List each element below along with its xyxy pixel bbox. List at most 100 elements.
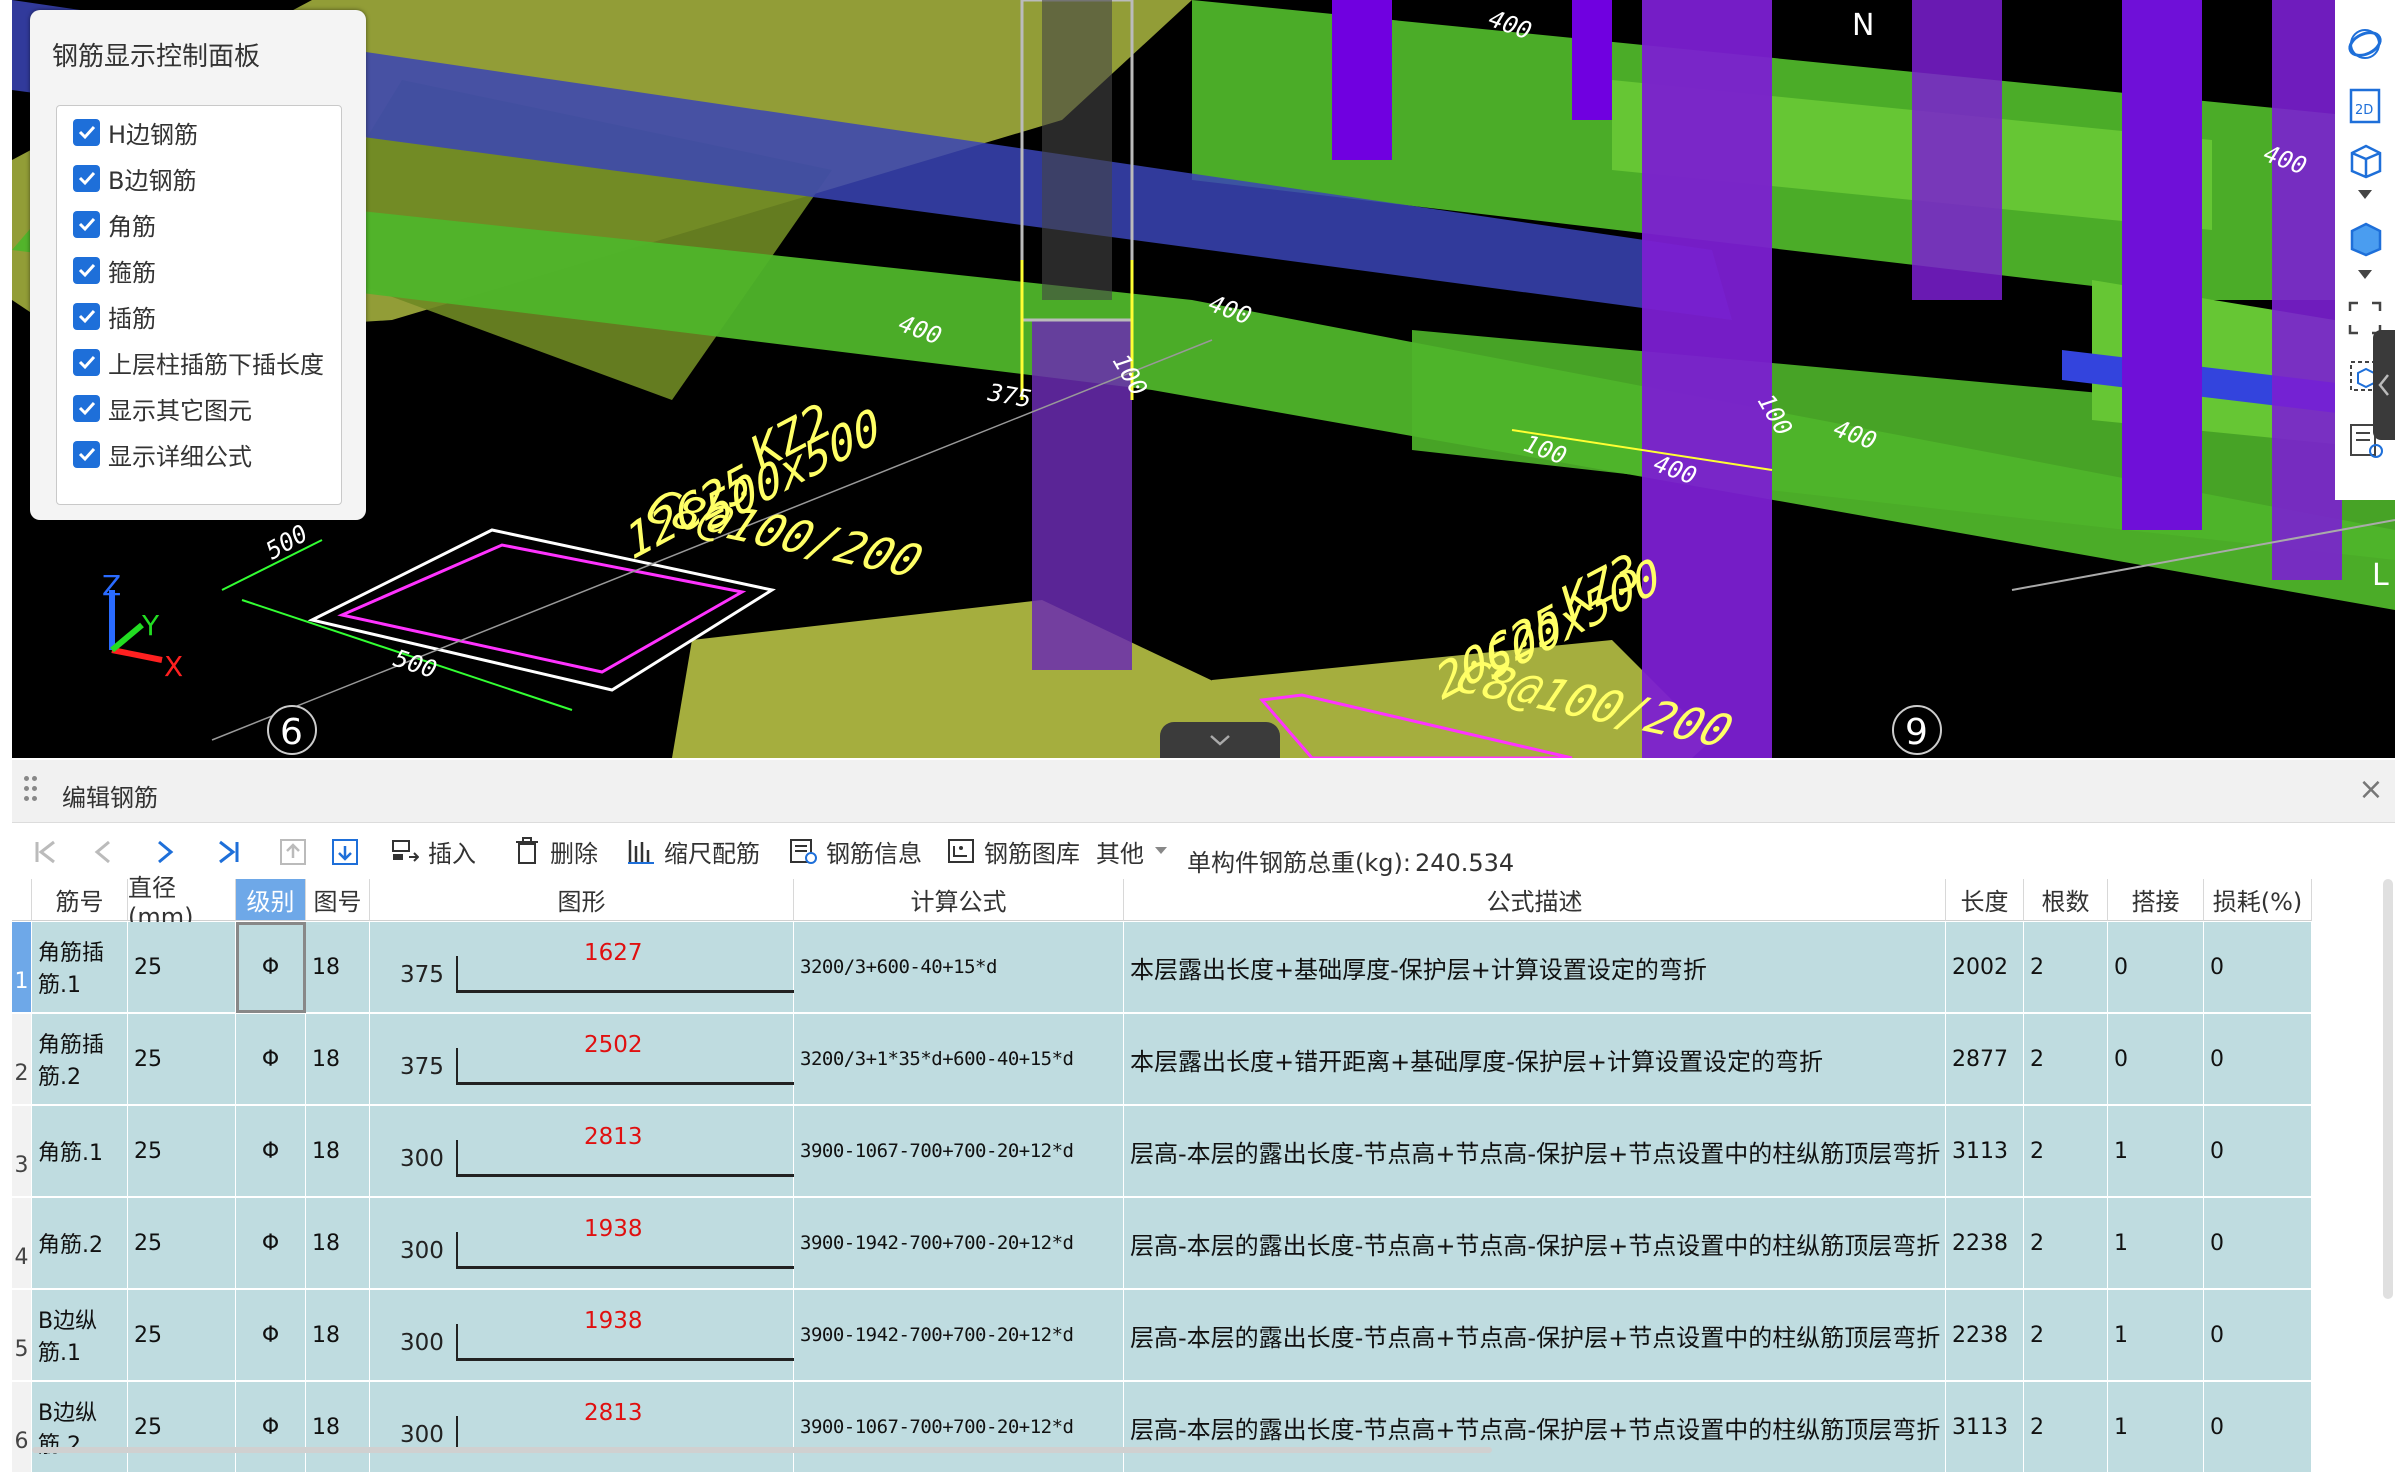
other-menu-button[interactable]: 其他 (1096, 833, 1168, 869)
column-header-lap[interactable]: 搭接 (2108, 879, 2204, 921)
cell-length[interactable]: 2238 (1946, 1290, 2024, 1381)
rebar-info-button[interactable]: 钢筋信息 (788, 833, 922, 869)
option-checkbox-4[interactable]: 箍筋 (73, 250, 156, 290)
close-button[interactable]: × (2355, 774, 2387, 806)
checkbox-checked-icon[interactable] (73, 394, 100, 422)
cell-desc[interactable]: 本层露出长度+错开距离+基础厚度-保护层+计算设置设定的弯折 (1124, 1014, 1946, 1105)
cell-count[interactable]: 2 (2024, 1382, 2108, 1473)
cell-shape[interactable]: 300 2813 (370, 1106, 794, 1197)
prev-row-button[interactable] (86, 835, 120, 869)
option-checkbox-5[interactable]: 插筋 (73, 296, 156, 336)
cell-desc[interactable]: 层高-本层的露出长度-节点高+节点高-保护层+节点设置中的柱纵筋顶层弯折 (1124, 1382, 1946, 1473)
cell-name[interactable]: 角筋.1 (32, 1106, 128, 1197)
cell-diameter[interactable]: 25 (128, 1198, 236, 1289)
cell-desc[interactable]: 层高-本层的露出长度-节点高+节点高-保护层+节点设置中的柱纵筋顶层弯折 (1124, 1290, 1946, 1381)
option-checkbox-1[interactable]: H边钢筋 (73, 112, 198, 152)
checkbox-checked-icon[interactable] (73, 164, 100, 192)
cell-formula[interactable]: 3200/3+1*35*d+600-40+15*d (794, 1014, 1124, 1105)
column-header-shape[interactable]: 图形 (370, 879, 794, 921)
cell-index[interactable]: 3 (12, 1106, 32, 1197)
column-header-fig[interactable]: 图号 (306, 879, 370, 921)
cell-count[interactable]: 2 (2024, 922, 2108, 1013)
cell-fig[interactable]: 18 (306, 1106, 370, 1197)
orbit-view-button[interactable] (2345, 24, 2385, 64)
cell-lap[interactable]: 1 (2108, 1106, 2204, 1197)
cell-shape[interactable]: 300 2813 (370, 1382, 794, 1473)
view-dropdown-2[interactable] (2345, 260, 2385, 290)
option-checkbox-6[interactable]: 上层柱插筋下插长度 (73, 342, 324, 382)
cell-formula[interactable]: 3900-1942-700+700-20+12*d (794, 1198, 1124, 1289)
cell-length[interactable]: 2238 (1946, 1198, 2024, 1289)
cell-fig[interactable]: 18 (306, 1382, 370, 1473)
scale-rebar-button[interactable]: 缩尺配筋 (626, 833, 760, 869)
cell-length[interactable]: 2002 (1946, 922, 2024, 1013)
cell-shape[interactable]: 375 1627 (370, 922, 794, 1013)
cell-count[interactable]: 2 (2024, 1106, 2108, 1197)
cell-diameter[interactable]: 25 (128, 922, 236, 1013)
cell-index[interactable]: 6 (12, 1382, 32, 1473)
column-header-count[interactable]: 根数 (2024, 879, 2108, 921)
cell-grade[interactable]: Φ (236, 1106, 306, 1197)
column-header-length[interactable]: 长度 (1946, 879, 2024, 921)
cell-formula[interactable]: 3200/3+600-40+15*d (794, 922, 1124, 1013)
cell-name[interactable]: 角筋插筋.2 (32, 1014, 128, 1105)
column-header-formula[interactable]: 计算公式 (794, 879, 1124, 921)
cell-index[interactable]: 5 (12, 1290, 32, 1381)
column-header-name[interactable]: 筋号 (32, 879, 128, 921)
cell-formula[interactable]: 3900-1067-700+700-20+12*d (794, 1382, 1124, 1473)
cell-loss[interactable]: 0 (2204, 1198, 2312, 1289)
cell-lap[interactable]: 1 (2108, 1290, 2204, 1381)
table-row[interactable]: 6 B边纵筋.2 25 Φ 18 300 2813 3900-1067-700+700-20+… (12, 1382, 2382, 1474)
cell-name[interactable]: B边纵筋.1 (32, 1290, 128, 1381)
cell-grade[interactable]: Φ (236, 1198, 306, 1289)
cell-index[interactable]: 2 (12, 1014, 32, 1105)
move-up-button[interactable] (276, 835, 310, 869)
column-header-desc[interactable]: 公式描述 (1124, 879, 1946, 921)
cell-lap[interactable]: 0 (2108, 1014, 2204, 1105)
vertical-scrollbar[interactable] (2383, 879, 2393, 1299)
rebar-library-button[interactable]: 钢筋图库 (946, 833, 1080, 869)
next-row-button[interactable] (148, 835, 182, 869)
cell-loss[interactable]: 0 (2204, 1014, 2312, 1105)
cell-loss[interactable]: 0 (2204, 1106, 2312, 1197)
cell-diameter[interactable]: 25 (128, 1382, 236, 1473)
cell-formula[interactable]: 3900-1942-700+700-20+12*d (794, 1290, 1124, 1381)
cell-index[interactable]: 1 (12, 922, 32, 1013)
cell-lap[interactable]: 1 (2108, 1198, 2204, 1289)
side-collapse-handle[interactable] (2373, 330, 2395, 440)
table-row[interactable]: 3 角筋.1 25 Φ 18 300 2813 3900-1067-700+700-20+12… (12, 1106, 2382, 1198)
cell-length[interactable]: 3113 (1946, 1382, 2024, 1473)
cell-desc[interactable]: 层高-本层的露出长度-节点高+节点高-保护层+节点设置中的柱纵筋顶层弯折 (1124, 1106, 1946, 1197)
first-row-button[interactable] (28, 835, 62, 869)
cell-loss[interactable]: 0 (2204, 1382, 2312, 1473)
cell-desc[interactable]: 层高-本层的露出长度-节点高+节点高-保护层+节点设置中的柱纵筋顶层弯折 (1124, 1198, 1946, 1289)
cell-desc[interactable]: 本层露出长度+基础厚度-保护层+计算设置设定的弯折 (1124, 922, 1946, 1013)
panel-toggle-handle[interactable] (1160, 722, 1280, 758)
cell-shape[interactable]: 300 1938 (370, 1198, 794, 1289)
cell-name[interactable]: B边纵筋.2 (32, 1382, 128, 1473)
cell-length[interactable]: 2877 (1946, 1014, 2024, 1105)
column-header-loss[interactable]: 损耗(%) (2204, 879, 2312, 921)
cell-name[interactable]: 角筋.2 (32, 1198, 128, 1289)
table-row[interactable]: 5 B边纵筋.1 25 Φ 18 300 1938 3900-1942-700+700-20+… (12, 1290, 2382, 1382)
cell-diameter[interactable]: 25 (128, 1106, 236, 1197)
3d-view-button[interactable] (2345, 140, 2385, 180)
table-row[interactable]: 1 角筋插筋.1 25 Φ 18 375 1627 3200/3+600-40+15*d 本层露… (12, 922, 2382, 1014)
cell-lap[interactable]: 0 (2108, 922, 2204, 1013)
checkbox-checked-icon[interactable] (73, 210, 100, 238)
table-row[interactable]: 4 角筋.2 25 Φ 18 300 1938 3900-1942-700+700-20+12… (12, 1198, 2382, 1290)
checkbox-checked-icon[interactable] (73, 440, 100, 468)
cell-loss[interactable]: 0 (2204, 1290, 2312, 1381)
cell-count[interactable]: 2 (2024, 1014, 2108, 1105)
cell-grade[interactable]: Φ (236, 922, 306, 1013)
last-row-button[interactable] (212, 835, 246, 869)
cell-fig[interactable]: 18 (306, 1014, 370, 1105)
solid-view-button[interactable] (2345, 218, 2385, 258)
option-checkbox-7[interactable]: 显示其它图元 (73, 388, 252, 428)
cell-count[interactable]: 2 (2024, 1290, 2108, 1381)
insert-button[interactable]: 插入 (390, 833, 476, 869)
table-row[interactable]: 2 角筋插筋.2 25 Φ 18 375 2502 3200/3+1*35*d+600-40+… (12, 1014, 2382, 1106)
option-checkbox-8[interactable]: 显示详细公式 (73, 434, 252, 474)
cell-count[interactable]: 2 (2024, 1198, 2108, 1289)
cell-formula[interactable]: 3900-1067-700+700-20+12*d (794, 1106, 1124, 1197)
